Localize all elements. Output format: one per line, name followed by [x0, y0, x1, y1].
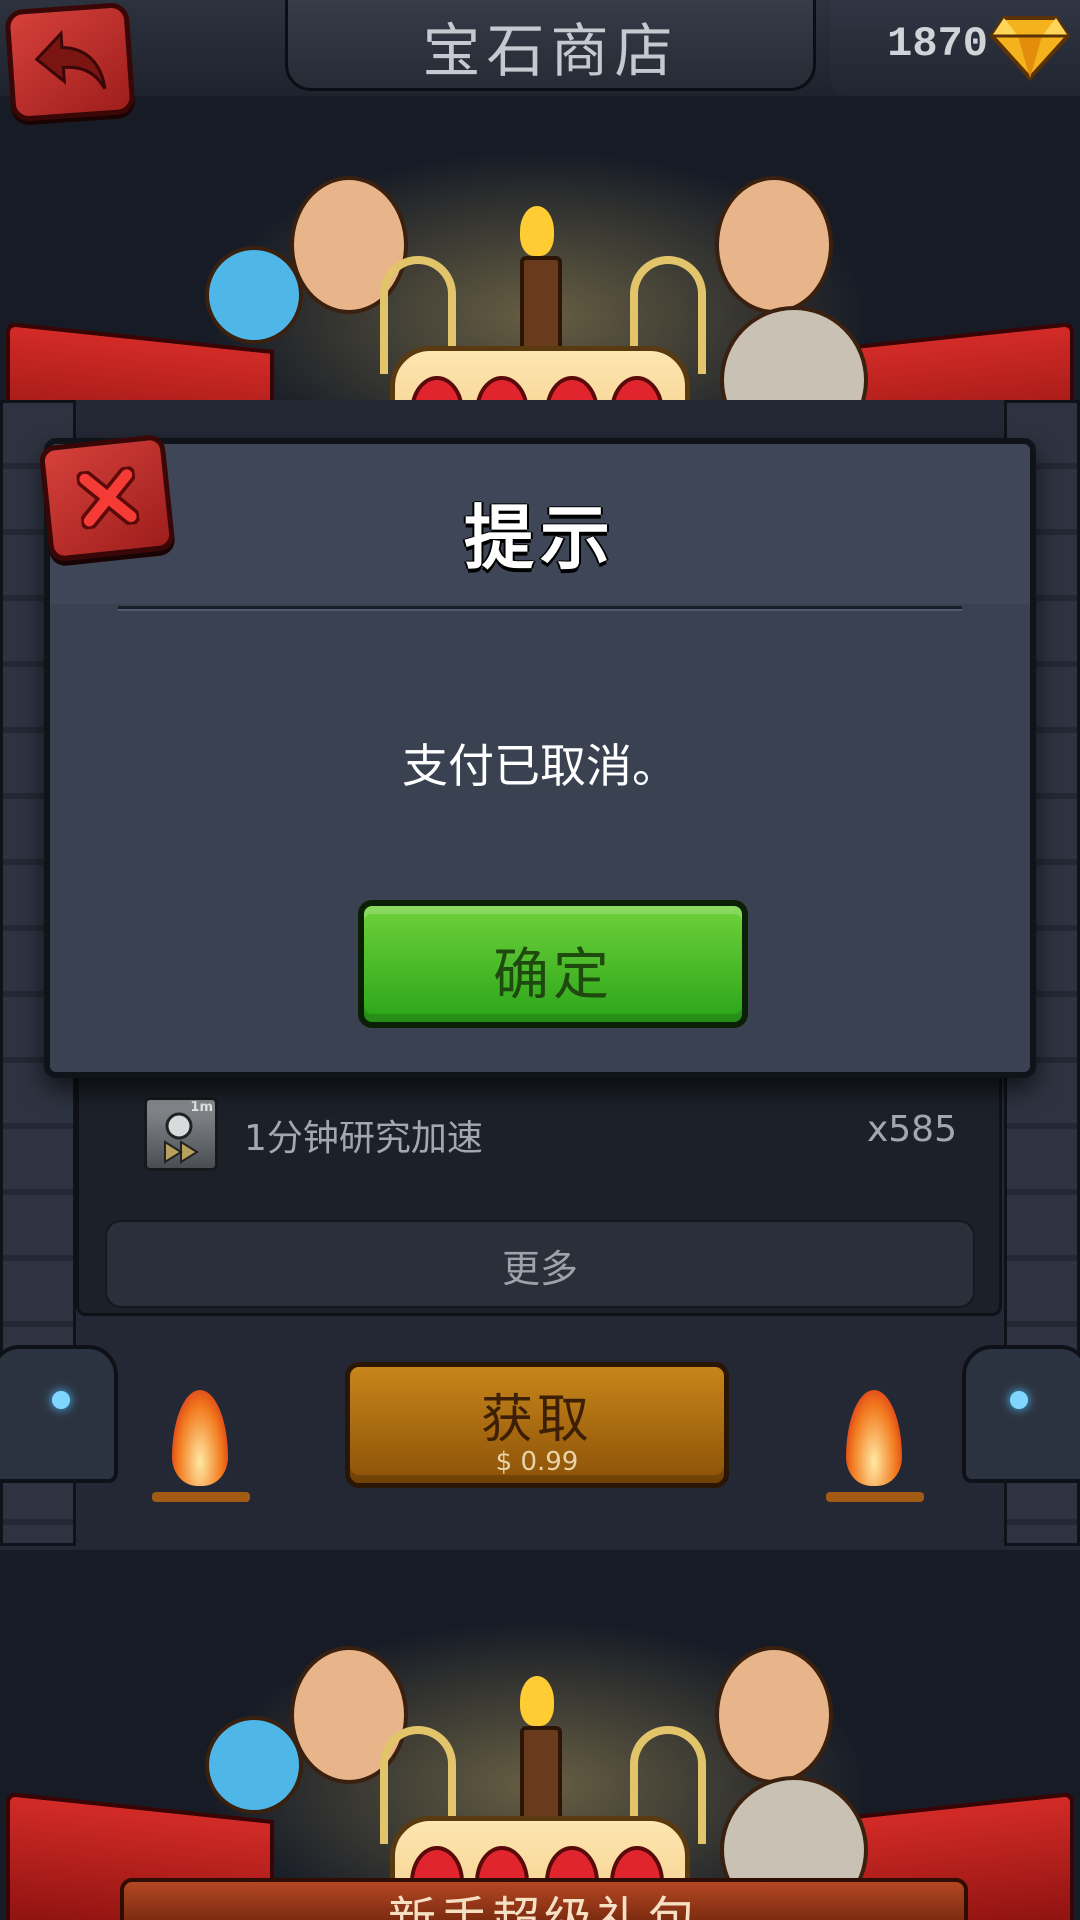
- blue-hair-character: [205, 1716, 303, 1814]
- alert-dialog: 提示 支付已取消。 确定: [44, 438, 1036, 1078]
- list-item: 1m 1分钟研究加速 x585: [99, 1095, 979, 1195]
- item-quantity: x585: [866, 1109, 957, 1150]
- dialog-divider: [118, 606, 962, 609]
- caveman-character: [715, 176, 833, 314]
- page-title: 宝石商店: [422, 17, 679, 85]
- gem-count: 1870: [887, 20, 988, 68]
- confirm-label: 确定: [493, 943, 613, 1008]
- item-name: 1分钟研究加速: [244, 1118, 483, 1159]
- blue-hair-character: [205, 246, 303, 344]
- dialog-title: 提示: [464, 497, 616, 579]
- close-button[interactable]: [38, 433, 176, 563]
- torch-icon: [152, 1390, 250, 1510]
- top-bar: 宝石商店 1870: [0, 0, 1080, 96]
- package-contents: 1m 1分钟研究加速 x585 更多: [76, 1060, 1002, 1316]
- title-plate: 宝石商店: [285, 0, 816, 91]
- research-speedup-icon: 1m: [144, 1097, 218, 1171]
- more-button[interactable]: 更多: [105, 1220, 975, 1308]
- gem-balance: 1870: [830, 0, 1080, 96]
- starter-pack-banner-2: 新手超级礼包: [0, 1566, 1080, 1920]
- skull-ornament-left: [0, 1345, 118, 1483]
- close-x-icon: [76, 466, 140, 530]
- banner-caption-plate: 新手超级礼包: [120, 1878, 968, 1920]
- back-arrow-icon: [34, 30, 107, 90]
- buy-button[interactable]: 获取 $ 0.99: [345, 1362, 729, 1488]
- caveman-character: [715, 1646, 833, 1784]
- dialog-header: 提示: [50, 444, 1030, 604]
- more-label: 更多: [501, 1247, 578, 1291]
- skull-ornament-right: [962, 1345, 1080, 1483]
- buy-label: 获取: [480, 1390, 593, 1450]
- banner-caption: 新手超级礼包: [387, 1892, 700, 1920]
- gem-icon: [990, 16, 1070, 81]
- dialog-message: 支付已取消。: [402, 739, 678, 793]
- buy-price: $ 0.99: [495, 1447, 579, 1477]
- confirm-button[interactable]: 确定: [358, 900, 748, 1028]
- torch-icon: [826, 1390, 924, 1510]
